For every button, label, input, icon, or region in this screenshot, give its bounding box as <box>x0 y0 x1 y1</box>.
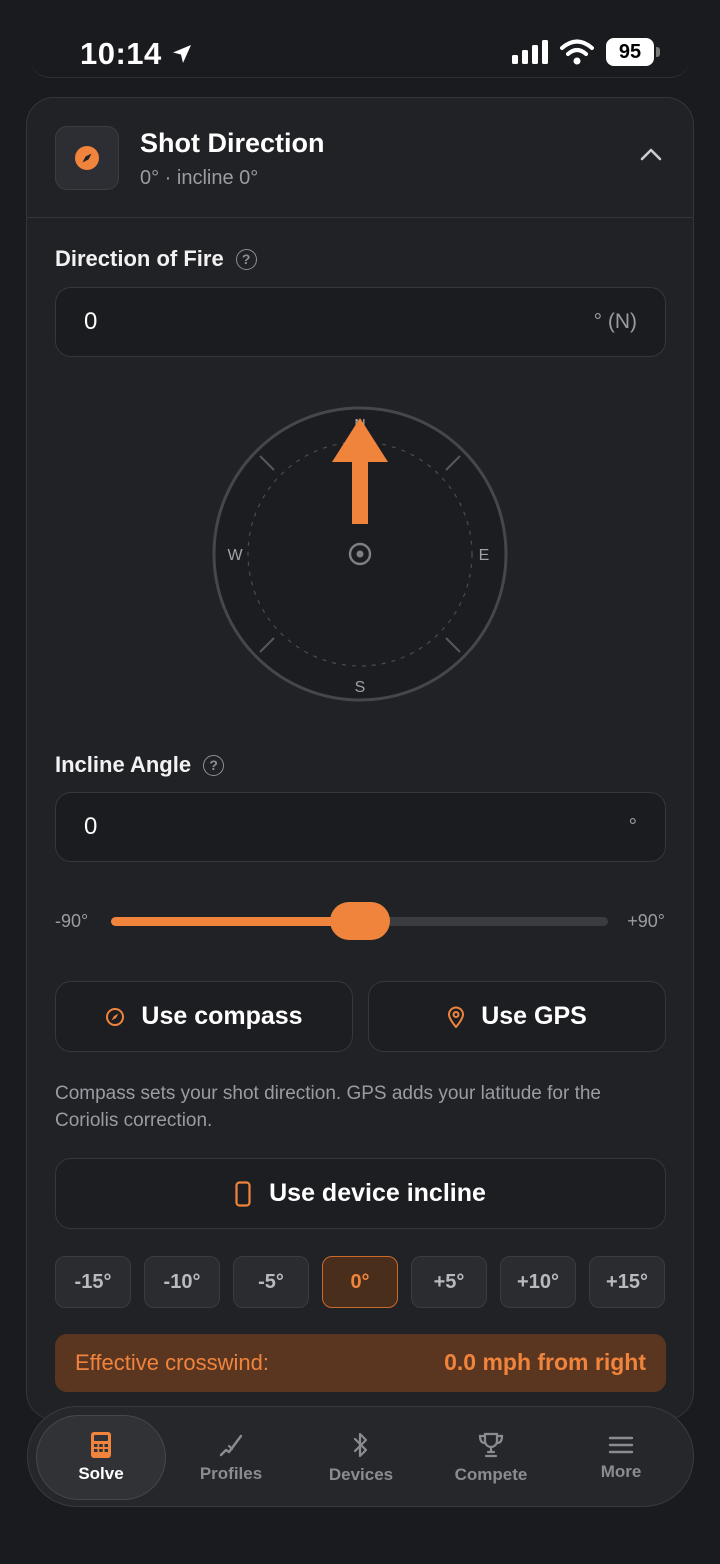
tab-profiles-label: Profiles <box>199 1463 263 1483</box>
tab-devices[interactable]: Devices <box>296 1415 426 1500</box>
card-title: Shot Direction <box>140 128 325 158</box>
crosswind-label: Effective crosswind: <box>75 1350 270 1375</box>
status-bar: 10:14 95 <box>0 0 720 100</box>
incline-preset-chip[interactable]: +10° <box>500 1256 576 1308</box>
incline-slider-thumb[interactable] <box>329 902 390 940</box>
tab-solve[interactable]: Solve <box>36 1415 166 1500</box>
incline-preset-chip[interactable]: +5° <box>411 1256 487 1308</box>
help-icon[interactable]: ? <box>235 248 257 270</box>
direction-unit: ° (N) <box>593 310 637 333</box>
direction-label: Direction of Fire ? <box>55 246 257 272</box>
card-subtitle: 0° · incline 0° <box>140 167 259 189</box>
direction-input[interactable]: 0 ° (N) <box>55 287 666 357</box>
phone-icon <box>235 1180 251 1207</box>
direction-value: 0 <box>84 308 98 335</box>
crosswind-value: 0.0 mph from right <box>444 1349 646 1375</box>
compass-east: E <box>479 547 490 564</box>
compass-south: S <box>355 679 366 696</box>
trophy-icon <box>478 1432 504 1457</box>
incline-label-text: Incline Angle <box>55 752 192 777</box>
incline-presets: -15° -10° -5° 0° +5° +10° +15° <box>55 1256 667 1308</box>
tab-solve-label: Solve <box>78 1463 124 1483</box>
bluetooth-icon <box>353 1432 368 1457</box>
incline-input[interactable]: 0 ° <box>55 792 666 862</box>
compass-icon <box>75 146 99 170</box>
crosswind-banner: Effective crosswind: 0.0 mph from right <box>55 1334 666 1392</box>
tab-compete-label: Compete <box>454 1464 528 1484</box>
incline-preset-chip[interactable]: -10° <box>144 1256 220 1308</box>
previous-card-edge <box>30 58 690 78</box>
chevron-up-icon[interactable] <box>639 146 663 162</box>
incline-preset-chip[interactable]: +15° <box>589 1256 665 1308</box>
incline-value: 0 <box>84 813 98 840</box>
incline-label: Incline Angle ? <box>55 752 225 778</box>
incline-preset-chip[interactable]: -15° <box>55 1256 131 1308</box>
help-text: Compass sets your shot direction. GPS ad… <box>55 1083 601 1131</box>
use-device-incline-label: Use device incline <box>269 1179 486 1207</box>
direction-label-text: Direction of Fire <box>55 246 224 271</box>
use-compass-button[interactable]: Use compass <box>55 981 353 1052</box>
use-compass-label: Use compass <box>141 1002 303 1030</box>
slider-max-label: +90° <box>627 911 665 931</box>
use-gps-button[interactable]: Use GPS <box>368 981 666 1052</box>
slider-min-label: -90° <box>55 911 89 931</box>
incline-preset-chip[interactable]: 0° <box>322 1256 398 1308</box>
card-header[interactable]: Shot Direction 0° · incline 0° <box>27 98 693 218</box>
incline-unit: ° <box>628 815 637 838</box>
rifle-icon <box>219 1434 243 1456</box>
tab-bar: Solve Profiles Devices Compete More <box>27 1406 694 1507</box>
tab-devices-label: Devices <box>328 1464 394 1484</box>
compass-icon <box>106 1007 125 1026</box>
compass-west: W <box>227 547 243 564</box>
map-pin-icon <box>448 1006 465 1028</box>
tab-more-label: More <box>600 1461 642 1481</box>
shot-direction-card: Shot Direction 0° · incline 0° Direction… <box>26 97 694 1420</box>
tab-compete[interactable]: Compete <box>426 1415 556 1500</box>
header-icon-box <box>55 126 119 190</box>
menu-icon <box>608 1436 634 1453</box>
help-icon[interactable]: ? <box>203 754 225 776</box>
calculator-icon <box>91 1431 111 1458</box>
incline-slider-fill <box>111 917 360 926</box>
use-device-incline-button[interactable]: Use device incline <box>55 1158 666 1229</box>
tab-profiles[interactable]: Profiles <box>166 1415 296 1500</box>
use-gps-label: Use GPS <box>481 1002 587 1030</box>
incline-preset-chip[interactable]: -5° <box>233 1256 309 1308</box>
tab-more[interactable]: More <box>556 1415 686 1500</box>
compass-dial[interactable]: N S E W <box>212 406 508 702</box>
